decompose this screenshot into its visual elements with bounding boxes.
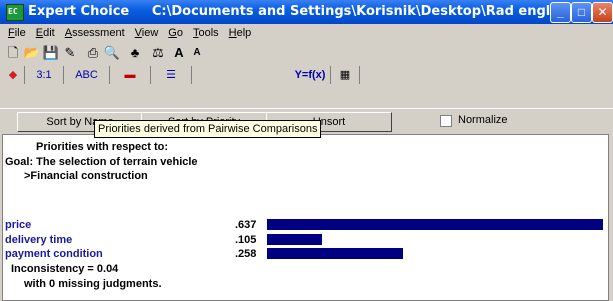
missing-judgments-text: with 0 missing judgments. (24, 278, 162, 290)
title-bar[interactable]: EC Expert Choice C:\Documents and Settin… (0, 0, 613, 24)
font-smaller-icon[interactable]: A (188, 44, 206, 62)
node-text: >Financial construction (24, 170, 148, 182)
priorities-header: Priorities with respect to: (36, 141, 169, 153)
tab-formula[interactable]: Y=f(x) (290, 66, 331, 84)
edit-icon[interactable]: ✎ (61, 44, 79, 62)
view-tabs: ◆ 3:1 ABC ▬ ☰ Y=f(x) ▦ (0, 66, 613, 86)
menu-go[interactable]: Go (166, 25, 185, 41)
hierarchy-icon[interactable]: ♣ (126, 44, 144, 62)
tab-data-icon[interactable]: ◆ (2, 66, 25, 84)
menu-file[interactable]: File (6, 25, 28, 41)
item-label-payment-condition: payment condition (5, 248, 103, 260)
priorities-panel: Priorities with respect to: Goal: The se… (2, 134, 609, 301)
toolbar: 🗋 📂 💾 ✎ ⎙ 🔍 ♣ ⚖ A A (2, 42, 252, 64)
menu-bar: File Edit Assessment View Go Tools Help (0, 25, 613, 42)
tooltip: Priorities derived from Pairwise Compari… (94, 120, 322, 138)
tab-table-icon[interactable]: ▦ (331, 66, 360, 84)
window-title: Expert Choice C:\Documents and Settings\… (28, 4, 613, 19)
menu-view[interactable]: View (133, 25, 161, 41)
menu-tools[interactable]: Tools (191, 25, 221, 41)
new-icon[interactable]: 🗋 (4, 44, 22, 62)
close-button[interactable]: ✕ (592, 2, 613, 23)
maximize-button[interactable]: □ (571, 2, 592, 23)
menu-assessment[interactable]: Assessment (63, 25, 127, 41)
priority-bar-delivery-time (267, 234, 322, 245)
priority-bar-payment-condition (267, 248, 403, 259)
print-preview-icon[interactable]: 🔍 (103, 44, 121, 62)
save-icon[interactable]: 💾 (42, 44, 60, 62)
font-larger-icon[interactable]: A (170, 44, 188, 62)
open-icon[interactable]: 📂 (23, 44, 41, 62)
goal-text: Goal: The selection of terrain vehicle (5, 156, 198, 168)
item-label-delivery-time: delivery time (5, 234, 73, 246)
app-icon: EC (6, 4, 24, 21)
tab-graphical[interactable]: ▬ (110, 66, 151, 84)
tab-priorities[interactable]: ☰ (151, 66, 192, 84)
normalize-label: Normalize (458, 114, 508, 126)
print-icon[interactable]: ⎙ (84, 44, 102, 62)
menu-edit[interactable]: Edit (34, 25, 57, 41)
item-value-price: .637 (235, 219, 257, 231)
item-value-delivery-time: .105 (235, 234, 257, 246)
tab-verbal[interactable]: ABC (64, 66, 110, 84)
item-label-price: price (5, 219, 32, 231)
menu-help[interactable]: Help (227, 25, 254, 41)
minimize-button[interactable]: _ (550, 2, 571, 23)
inconsistency-text: Inconsistency = 0.04 (11, 263, 119, 275)
compare-icon[interactable]: ⚖ (149, 44, 167, 62)
priority-bar-price (267, 219, 603, 230)
normalize-checkbox[interactable] (440, 115, 452, 127)
tab-numerical[interactable]: 3:1 (25, 66, 64, 84)
item-value-payment-condition: .258 (235, 248, 257, 260)
